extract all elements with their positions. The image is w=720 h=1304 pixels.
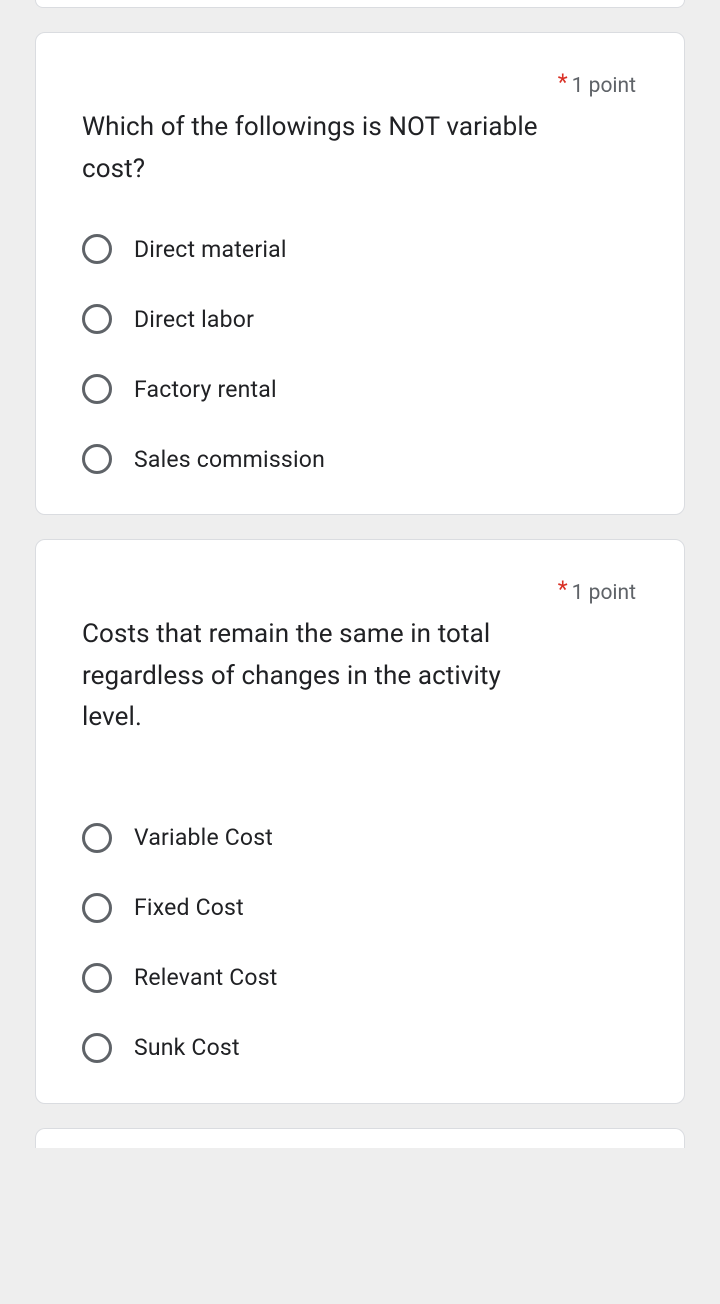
options-group: Direct material Direct labor Factory ren… [82,234,638,474]
option-label: Relevant Cost [134,964,278,991]
option-direct-labor[interactable]: Direct labor [82,304,638,334]
option-label: Variable Cost [134,824,273,851]
radio-icon [82,304,112,334]
option-label: Factory rental [134,376,277,403]
option-label: Sunk Cost [134,1034,240,1061]
option-sales-commission[interactable]: Sales commission [82,444,638,474]
required-asterisk-icon: * [558,576,568,603]
points-label: *1 point [558,570,638,605]
required-asterisk-icon: * [558,69,568,96]
option-label: Sales commission [134,446,325,473]
question-card-1: Which of the followings is NOT variable … [35,32,685,515]
points-label: *1 point [558,63,638,98]
next-card-edge [35,1128,685,1148]
question-card-2: Costs that remain the same in total rega… [35,539,685,1104]
option-direct-material[interactable]: Direct material [82,234,638,264]
radio-icon [82,374,112,404]
radio-icon [82,963,112,993]
option-sunk-cost[interactable]: Sunk Cost [82,1033,638,1063]
radio-icon [82,823,112,853]
previous-card-edge [35,0,685,8]
option-variable-cost[interactable]: Variable Cost [82,823,638,853]
option-fixed-cost[interactable]: Fixed Cost [82,893,638,923]
options-group: Variable Cost Fixed Cost Relevant Cost S… [82,823,638,1063]
question-text: Costs that remain the same in total rega… [82,614,538,739]
radio-icon [82,893,112,923]
option-relevant-cost[interactable]: Relevant Cost [82,963,638,993]
option-factory-rental[interactable]: Factory rental [82,374,638,404]
option-label: Direct material [134,236,287,263]
question-text: Which of the followings is NOT variable … [82,107,538,190]
radio-icon [82,234,112,264]
option-label: Fixed Cost [134,894,244,921]
option-label: Direct labor [134,306,254,333]
radio-icon [82,1033,112,1063]
radio-icon [82,444,112,474]
